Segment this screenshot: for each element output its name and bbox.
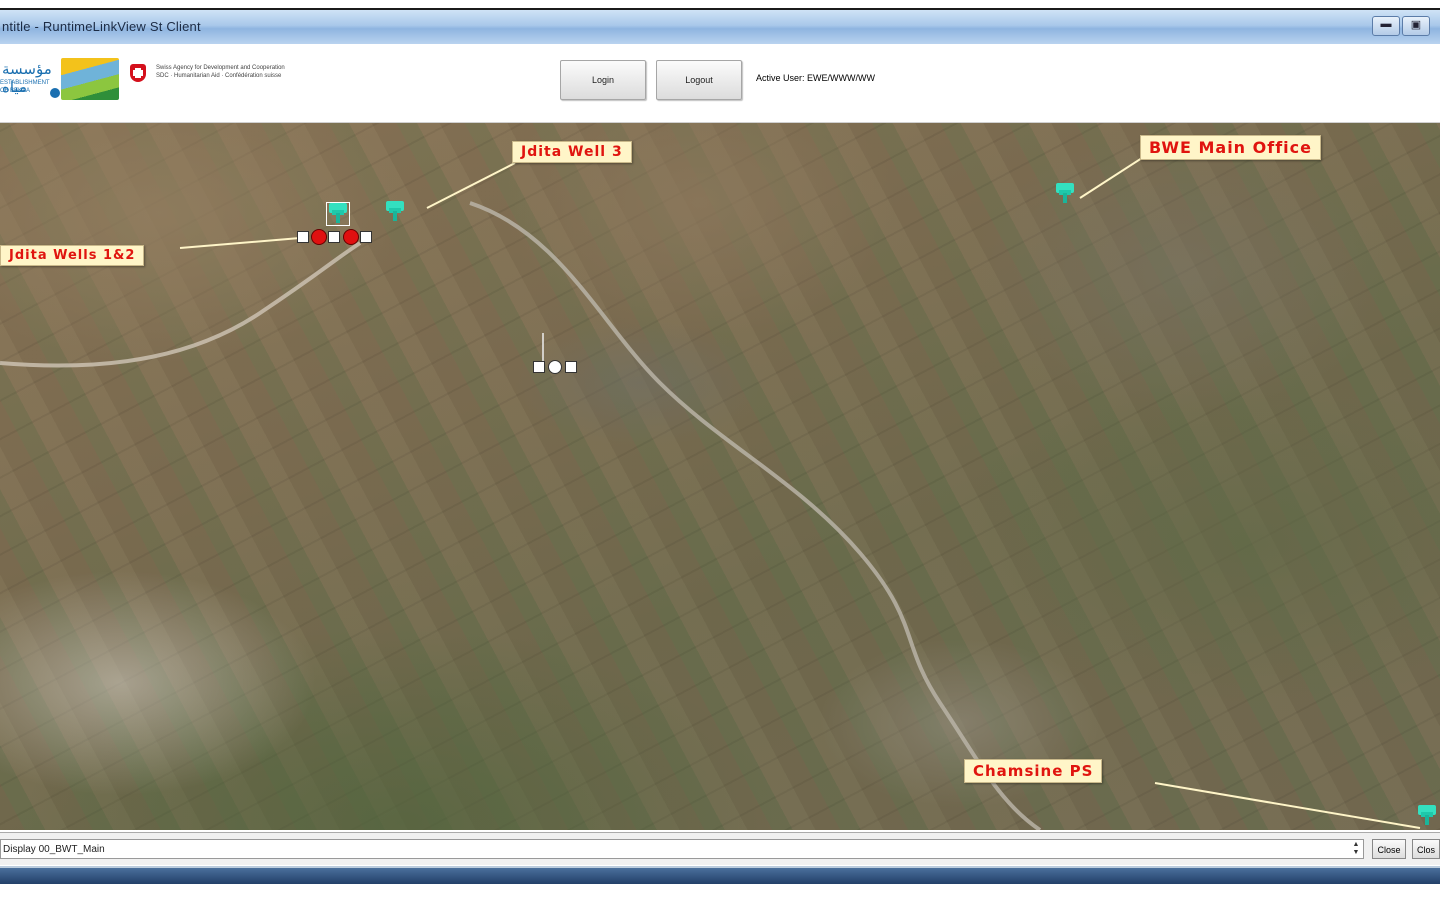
well-status-box[interactable] bbox=[360, 231, 372, 243]
leader-bwe-main-office bbox=[1079, 155, 1146, 199]
minimize-button[interactable]: ▬ bbox=[1372, 16, 1400, 36]
status-prefix: Active User: bbox=[756, 73, 805, 83]
pushpin-icon[interactable] bbox=[1416, 805, 1438, 827]
swiss-cross-logo bbox=[128, 62, 150, 88]
spin-down-icon[interactable]: ▼ bbox=[1351, 849, 1361, 857]
bottom-edge bbox=[0, 884, 1440, 900]
leader-jdita-wells-12 bbox=[179, 237, 301, 249]
application-window: ntitle - RuntimeLinkView St Client ▬ ▣ م… bbox=[0, 0, 1440, 900]
logo-en-line2: OF BEKAA bbox=[0, 88, 31, 94]
status-value: EWE/WWW/WW bbox=[807, 73, 876, 83]
pushpin-icon[interactable] bbox=[326, 202, 350, 226]
pushpin-icon[interactable] bbox=[1054, 183, 1076, 205]
maximize-icon: ▣ bbox=[1410, 19, 1422, 31]
logout-button[interactable]: Logout bbox=[656, 60, 742, 100]
taskbar bbox=[0, 866, 1440, 886]
satellite-map[interactable]: Jdita Well 3 BWE Main Office Jdita Wells… bbox=[0, 123, 1440, 830]
jdita-wells-12-label[interactable]: Jdita Wells 1&2 bbox=[0, 245, 145, 266]
bottom-bar: Display 00_BWT_Main ▲ ▼ Close Clos bbox=[0, 832, 1440, 865]
station-status-box[interactable] bbox=[565, 361, 577, 373]
highway bbox=[469, 201, 1042, 830]
station-marker-icon[interactable] bbox=[548, 360, 562, 374]
leader-chamsine-ps bbox=[1154, 782, 1421, 829]
close-display-button[interactable]: Close bbox=[1372, 839, 1406, 859]
map-overlay bbox=[0, 155, 1421, 830]
title-bar[interactable]: ntitle - RuntimeLinkView St Client ▬ ▣ bbox=[0, 8, 1440, 44]
partner-text: Swiss Agency for Development and Coopera… bbox=[156, 65, 285, 79]
jdita-well-3-label[interactable]: Jdita Well 3 bbox=[512, 141, 632, 163]
display-spinner[interactable]: ▲ ▼ bbox=[1351, 841, 1361, 859]
well-status-box[interactable] bbox=[328, 231, 340, 243]
display-name-field[interactable]: Display 00_BWT_Main bbox=[0, 839, 1364, 859]
water-establishment-logo: مؤسسة مياه ESTABLISHMENT OF BEKAA bbox=[0, 58, 60, 106]
well-marker-icon[interactable] bbox=[311, 229, 327, 245]
bwe-main-office-label[interactable]: BWE Main Office bbox=[1140, 135, 1321, 160]
window-title: ntitle - RuntimeLinkView St Client bbox=[2, 19, 201, 34]
window-top-edge bbox=[0, 0, 1440, 8]
station-status-box[interactable] bbox=[533, 361, 545, 373]
maximize-button[interactable]: ▣ bbox=[1402, 16, 1430, 36]
header-toolbar: مؤسسة مياه ESTABLISHMENT OF BEKAA Swiss … bbox=[0, 44, 1440, 123]
well-status-box[interactable] bbox=[297, 231, 309, 243]
active-user-status: Active User: EWE/WWW/WW bbox=[756, 73, 875, 83]
landscape-logo bbox=[61, 58, 119, 100]
chamsine-ps-label[interactable]: Chamsine PS bbox=[964, 759, 1103, 783]
login-button[interactable]: Login bbox=[560, 60, 646, 100]
pushpin-icon[interactable] bbox=[384, 201, 406, 223]
minimize-icon: ▬ bbox=[1380, 18, 1392, 30]
water-drop-icon bbox=[50, 88, 60, 98]
spin-up-icon[interactable]: ▲ bbox=[1351, 841, 1361, 849]
close-button[interactable]: Clos bbox=[1412, 839, 1440, 859]
logo-en-line1: ESTABLISHMENT bbox=[0, 80, 50, 86]
well-marker-icon[interactable] bbox=[343, 229, 359, 245]
